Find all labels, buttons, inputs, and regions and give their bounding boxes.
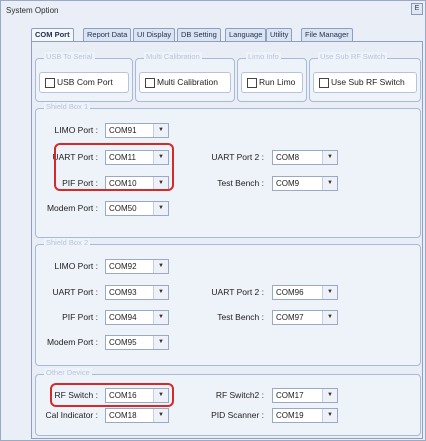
box1-test-bench-select[interactable]: COM9 ▼ (272, 176, 338, 191)
pid-scanner-select[interactable]: COM19 ▼ (272, 408, 338, 423)
use-sub-rf-switch-checkbox[interactable]: Use Sub RF Switch (313, 72, 417, 93)
box2-pif-port-label: PIF Port : (62, 312, 98, 322)
uart-pif-highlight (54, 143, 174, 191)
cal-indicator-select[interactable]: COM18 ▼ (105, 408, 169, 423)
chevron-down-icon: ▼ (153, 260, 168, 273)
box1-uart-port-2-label: UART Port 2 : (211, 152, 264, 162)
chevron-down-icon: ▼ (153, 286, 168, 299)
box2-limo-port-select[interactable]: COM92 ▼ (105, 259, 169, 274)
box2-uart-port-2-value: COM96 (276, 288, 304, 297)
chevron-down-icon: ▼ (322, 286, 337, 299)
usb-to-serial-group: USB To Serial USB Com Port (35, 52, 133, 102)
box2-uart-port-value: COM93 (109, 288, 137, 297)
rf-switch-2-select[interactable]: COM17 ▼ (272, 388, 338, 403)
box1-test-bench-value: COM9 (276, 179, 300, 188)
use-sub-rf-switch-label: Use Sub RF Switch (331, 77, 405, 87)
usb-com-port-checkbox[interactable]: USB Com Port (39, 72, 129, 93)
use-sub-rf-switch-group: Use Sub RF Switch Use Sub RF Switch (309, 52, 421, 102)
box1-uart-port-2-value: COM8 (276, 153, 300, 162)
run-limo-checkbox[interactable]: Run Limo (241, 72, 303, 93)
chevron-down-icon: ▼ (322, 409, 337, 422)
box2-pif-port-value: COM94 (109, 313, 137, 322)
tab-language[interactable]: Language (225, 28, 267, 41)
other-device-title: Other Device (44, 368, 92, 377)
chevron-down-icon: ▼ (322, 311, 337, 324)
tab-ui-display[interactable]: UI Display (133, 28, 176, 41)
multi-calibration-label: Multi Calibration (157, 77, 218, 87)
usb-to-serial-group-title: USB To Serial (44, 52, 95, 61)
tab-com-port[interactable]: COM Port (31, 28, 74, 42)
limo-info-group-title: Limo Info (246, 52, 281, 61)
chevron-down-icon: ▼ (153, 311, 168, 324)
multi-calibration-group: Multi Calibration Multi Calibration (135, 52, 235, 102)
box2-limo-port-label: LIMO Port : (54, 261, 98, 271)
chevron-down-icon: ▼ (153, 202, 168, 215)
use-sub-rf-switch-group-title: Use Sub RF Switch (318, 52, 388, 61)
limo-info-group: Limo Info Run Limo (237, 52, 307, 102)
chevron-down-icon: ▼ (322, 177, 337, 190)
com-port-panel: USB To Serial USB Com Port Multi Calibra… (31, 41, 423, 439)
box2-uart-port-select[interactable]: COM93 ▼ (105, 285, 169, 300)
shield-box-2-title: Shield Box 2 (44, 238, 91, 247)
chevron-down-icon: ▼ (153, 124, 168, 137)
box2-modem-port-label: Modem Port : (46, 337, 98, 347)
checkbox-icon (319, 78, 329, 88)
box2-uart-port-2-label: UART Port 2 : (211, 287, 264, 297)
chevron-down-icon: ▼ (153, 336, 168, 349)
box1-uart-port-2-select[interactable]: COM8 ▼ (272, 150, 338, 165)
box1-test-bench-label: Test Bench : (217, 178, 264, 188)
box2-uart-port-label: UART Port : (52, 287, 98, 297)
box2-uart-port-2-select[interactable]: COM96 ▼ (272, 285, 338, 300)
pid-scanner-value: COM19 (276, 411, 304, 420)
usb-com-port-label: USB Com Port (57, 77, 113, 87)
checkbox-icon (247, 78, 257, 88)
multi-calibration-group-title: Multi Calibration (144, 52, 202, 61)
tab-file-manager[interactable]: File Manager (301, 28, 353, 41)
tab-report-data[interactable]: Report Data (83, 28, 132, 41)
checkbox-icon (145, 78, 155, 88)
system-option-window: System Option Ε COM Port Report Data UI … (0, 0, 426, 441)
run-limo-label: Run Limo (259, 77, 296, 87)
chevron-down-icon: ▼ (153, 409, 168, 422)
box2-test-bench-value: COM97 (276, 313, 304, 322)
box1-limo-port-label: LIMO Port : (54, 125, 98, 135)
shield-box-1-title: Shield Box 1 (44, 102, 91, 111)
chevron-down-icon: ▼ (322, 151, 337, 164)
box1-modem-port-select[interactable]: COM50 ▼ (105, 201, 169, 216)
rf-switch-2-value: COM17 (276, 391, 304, 400)
close-icon[interactable]: Ε (411, 3, 423, 15)
box2-modem-port-select[interactable]: COM95 ▼ (105, 335, 169, 350)
cal-indicator-value: COM18 (109, 411, 137, 420)
tab-utility[interactable]: Utility (266, 28, 293, 41)
pid-scanner-label: PID Scanner : (211, 410, 264, 420)
box1-limo-port-select[interactable]: COM91 ▼ (105, 123, 169, 138)
window-title: System Option (6, 6, 59, 15)
box1-limo-port-value: COM91 (109, 126, 137, 135)
shield-box-2-group: Shield Box 2 LIMO Port : COM92 ▼ UART Po… (35, 238, 421, 366)
rf-switch-highlight (50, 383, 174, 407)
box2-limo-port-value: COM92 (109, 262, 137, 271)
tab-db-setting[interactable]: DB Setting (177, 28, 221, 41)
box2-test-bench-label: Test Bench : (217, 312, 264, 322)
box1-modem-port-label: Modem Port : (46, 203, 98, 213)
box2-modem-port-value: COM95 (109, 338, 137, 347)
box2-pif-port-select[interactable]: COM94 ▼ (105, 310, 169, 325)
shield-box-1-group: Shield Box 1 LIMO Port : COM91 ▼ UART Po… (35, 102, 421, 238)
checkbox-icon (45, 78, 55, 88)
box2-test-bench-select[interactable]: COM97 ▼ (272, 310, 338, 325)
chevron-down-icon: ▼ (322, 389, 337, 402)
cal-indicator-label: Cal Indicator : (45, 410, 98, 420)
other-device-group: Other Device RF Switch : COM16 ▼ RF Swit… (35, 368, 421, 436)
rf-switch-2-label: RF Switch2 : (215, 390, 264, 400)
box1-modem-port-value: COM50 (109, 204, 137, 213)
multi-calibration-checkbox[interactable]: Multi Calibration (139, 72, 231, 93)
